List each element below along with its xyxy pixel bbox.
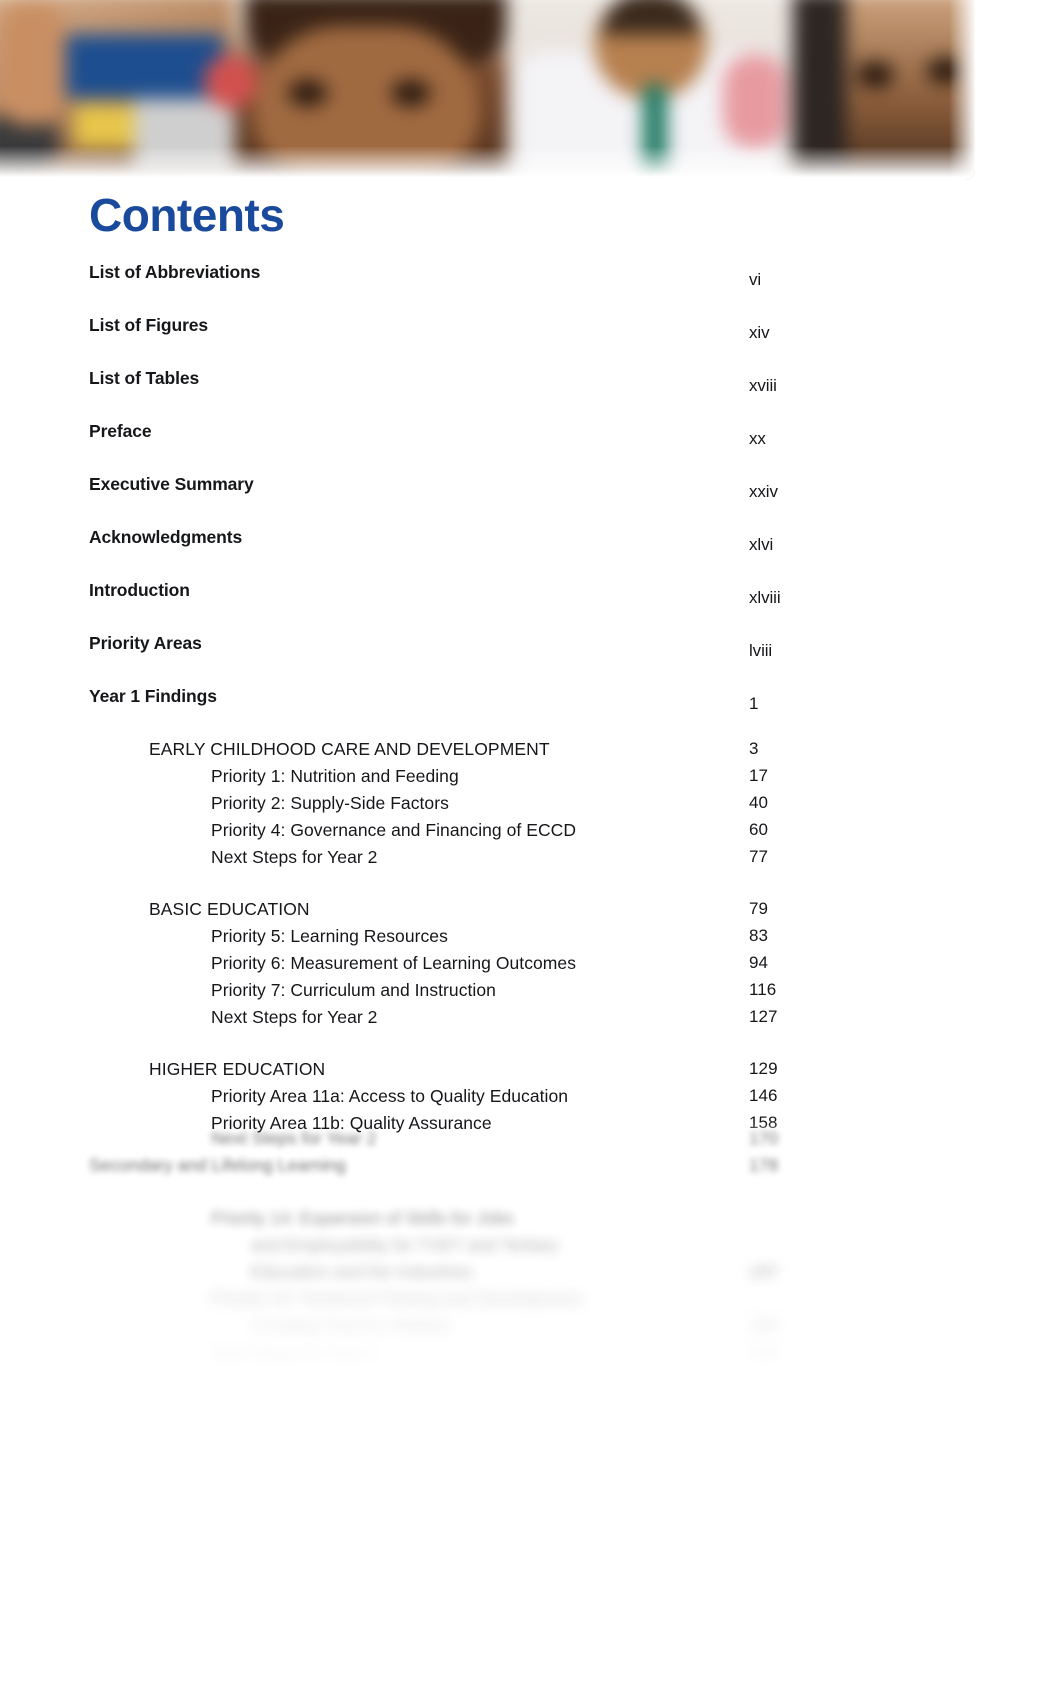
faded-toc-continuation: Next Steps for Year 2 170 Secondary and … (89, 1128, 1062, 1684)
toc-entry-label: Preface (89, 421, 152, 441)
toc-entry-page: 94 (749, 953, 769, 972)
toc-entry-page: 127 (749, 1007, 778, 1026)
toc-entry-page: 116 (749, 980, 777, 999)
toc-entry-year-1-findings[interactable]: Year 1 Findings 1 (89, 686, 801, 739)
toc-entry-label: Education and the Industries (251, 1262, 473, 1282)
faded-spacer (89, 1182, 801, 1208)
toc-entry-label: Priority 5: Learning Resources (211, 926, 448, 946)
toc-entry-page: xx (749, 429, 766, 448)
toc-entry-label: List of Figures (89, 315, 209, 335)
page-title: Contents (89, 189, 285, 241)
toc-entry-label: Priority 7: Curriculum and Instruction (211, 980, 496, 1000)
toc-entry-list-of-tables[interactable]: List of Tables xviii (89, 368, 801, 421)
toc-entry-label: and Employability for TVET and Tertiary (251, 1235, 559, 1255)
toc-entry-priority-5[interactable]: Priority 5: Learning Resources 83 (89, 926, 801, 953)
toc-section-label: Secondary and Lifelong Learning (89, 1155, 346, 1175)
toc-entry-label: Executive Summary (89, 474, 254, 494)
header-banner-image (0, 0, 975, 180)
toc-section-higher-education[interactable]: HIGHER EDUCATION 129 (89, 1059, 801, 1086)
toc-entry-label: Priority 14: Expansion of Skills for Job… (211, 1208, 514, 1228)
faded-toc-row: including Teacher Welfare 196 (89, 1316, 1062, 1684)
toc-entry-label: Priority 2: Supply-Side Factors (211, 793, 449, 813)
toc-entry-label: Next Steps for Year 2 (211, 1128, 377, 1148)
banner-bottom-fade (0, 146, 975, 180)
toc-entry-page: 146 (749, 1086, 778, 1105)
toc-entry-label: Next Steps for Year 2 (211, 847, 378, 867)
toc-entry-page: xviii (749, 376, 777, 395)
toc-section-page: 129 (749, 1059, 778, 1078)
faded-toc-row: Education and the Industries 187 (89, 1262, 1062, 1684)
toc-entry-label: Priority 4: Governance and Financing of … (211, 820, 577, 840)
toc-section-page: 3 (749, 739, 759, 758)
toc-entry-label: List of Abbreviations (89, 262, 261, 282)
toc-entry-page: xlviii (749, 588, 781, 607)
faded-toc-row: Next Steps for Year 2 170 (89, 1128, 1062, 1684)
toc-entry-introduction[interactable]: Introduction xlviii (89, 580, 801, 633)
toc-entry-label: List of Tables (89, 368, 200, 388)
toc-entry-label: Priority 1: Nutrition and Feeding (211, 766, 459, 786)
toc-section-label: EARLY CHILDHOOD CARE AND DEVELOPMENT (149, 739, 550, 759)
faded-toc-row: Priority 15: Technical Training and Deve… (89, 1289, 1062, 1684)
toc-section-label: HIGHER EDUCATION (149, 1059, 326, 1079)
toc-entry-page: 60 (749, 820, 769, 839)
toc-entry-priority-11a[interactable]: Priority Area 11a: Access to Quality Edu… (89, 1086, 801, 1113)
toc-entry-executive-summary[interactable]: Executive Summary xxiv (89, 474, 801, 527)
toc-entry-priority-2[interactable]: Priority 2: Supply-Side Factors 40 (89, 793, 801, 820)
toc-entry-label: Next Steps for Year 2 (211, 1343, 377, 1363)
toc-entry-acknowledgments[interactable]: Acknowledgments xlvi (89, 527, 801, 580)
toc-entry-page: 208 (749, 1343, 1062, 1684)
toc-entry-priority-4[interactable]: Priority 4: Governance and Financing of … (89, 820, 801, 847)
toc-entry-page: vi (749, 270, 762, 289)
toc-section-basic-education[interactable]: BASIC EDUCATION 79 (89, 899, 801, 926)
toc-entry-page: 1 (749, 694, 759, 713)
faded-toc-row: Priority 14: Expansion of Skills for Job… (89, 1208, 1062, 1684)
faded-toc-row: Secondary and Lifelong Learning 178 (89, 1155, 1062, 1684)
toc-entry-page: 17 (749, 766, 769, 785)
toc-entry-priority-7[interactable]: Priority 7: Curriculum and Instruction 1… (89, 980, 801, 1007)
toc-entry-label: Acknowledgments (89, 527, 243, 547)
toc-entry-label: Introduction (89, 580, 190, 600)
toc-entry-list-of-figures[interactable]: List of Figures xiv (89, 315, 801, 368)
toc-entry-priority-1[interactable]: Priority 1: Nutrition and Feeding 17 (89, 766, 801, 793)
toc-entry-page: lviii (749, 641, 773, 660)
toc-entry-page: 77 (749, 847, 769, 866)
toc-entry-page: 83 (749, 926, 769, 945)
toc-entry-page: xlvi (749, 535, 774, 554)
toc-entry-priority-6[interactable]: Priority 6: Measurement of Learning Outc… (89, 953, 801, 980)
toc-entry-priority-areas[interactable]: Priority Areas lviii (89, 633, 801, 686)
toc-entry-page: 40 (749, 793, 769, 812)
faded-toc-row: and Employability for TVET and Tertiary (89, 1235, 1062, 1684)
toc-entry-page: xiv (749, 323, 770, 342)
toc-entry-label: Priority 6: Measurement of Learning Outc… (211, 953, 576, 973)
toc-section-label: BASIC EDUCATION (149, 899, 310, 919)
toc-entry-label: Year 1 Findings (89, 686, 217, 706)
toc-entry-list-of-abbreviations[interactable]: List of Abbreviations vi (89, 262, 801, 315)
toc-entry-preface[interactable]: Preface xx (89, 421, 801, 474)
toc-section-early-childhood-care-and-development[interactable]: EARLY CHILDHOOD CARE AND DEVELOPMENT 3 (89, 739, 801, 766)
toc-entry-eccd-next-steps[interactable]: Next Steps for Year 2 77 (89, 847, 801, 874)
table-of-contents: List of Abbreviations vi List of Figures… (89, 262, 801, 1140)
toc-entry-label: Next Steps for Year 2 (211, 1007, 378, 1027)
toc-entry-label: Priority 15: Technical Training and Deve… (211, 1289, 582, 1309)
toc-entry-label: including Teacher Welfare (251, 1316, 452, 1336)
toc-entry-basic-ed-next-steps[interactable]: Next Steps for Year 2 127 (89, 1007, 801, 1034)
toc-entry-label: Priority Area 11a: Access to Quality Edu… (211, 1086, 569, 1106)
toc-section-page: 79 (749, 899, 769, 918)
toc-page: Contents List of Abbreviations vi List o… (0, 0, 1062, 1684)
toc-entry-page: xxiv (749, 482, 778, 501)
faded-toc-row: Next Steps for Year 2 208 (89, 1343, 1062, 1684)
toc-entry-label: Priority Areas (89, 633, 202, 653)
